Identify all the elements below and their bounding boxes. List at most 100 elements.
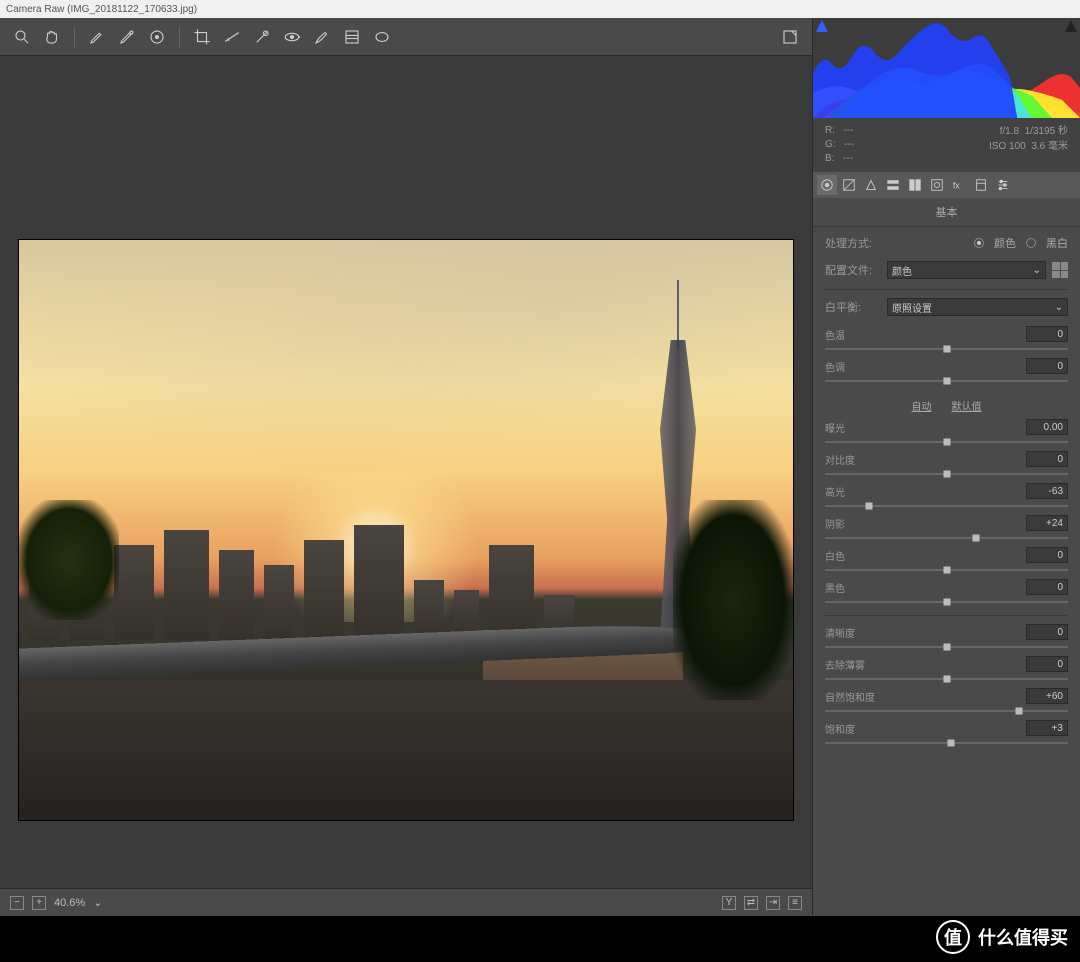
photo-preview xyxy=(18,239,794,821)
treatment-color-label: 颜色 xyxy=(994,235,1016,251)
slider-dehaze: 去除薄雾 0 xyxy=(825,656,1068,684)
slider-shadows: 阴影 +24 xyxy=(825,515,1068,543)
zoom-dropdown-icon[interactable]: ⌄ xyxy=(93,896,102,909)
crop-tool-icon[interactable] xyxy=(190,25,214,49)
slider-contrast-track[interactable] xyxy=(825,469,1068,479)
swap-button[interactable]: ⇄ xyxy=(744,896,758,910)
straighten-tool-icon[interactable] xyxy=(220,25,244,49)
watermark-badge: 值 xyxy=(936,920,970,954)
shadow-clip-icon[interactable] xyxy=(815,20,829,32)
right-panel: R: --- G: --- B: --- f/1.8 1/3195 秒 ISO … xyxy=(812,18,1080,916)
slider-highlights: 高光 -63 xyxy=(825,483,1068,511)
top-toolbar xyxy=(0,18,812,56)
profile-browser-icon[interactable] xyxy=(1052,262,1068,278)
wb-label: 白平衡: xyxy=(825,299,881,315)
slider-tint-label: 色调 xyxy=(825,359,845,374)
grad-filter-icon[interactable] xyxy=(340,25,364,49)
brush-tool-icon[interactable] xyxy=(310,25,334,49)
slider-highlights-track[interactable] xyxy=(825,501,1068,511)
wb-picker-icon[interactable] xyxy=(85,25,109,49)
slider-tint-track[interactable] xyxy=(825,376,1068,386)
default-link[interactable]: 默认值 xyxy=(952,398,982,413)
slider-blacks-value[interactable]: 0 xyxy=(1026,579,1068,595)
slider-dehaze-value[interactable]: 0 xyxy=(1026,656,1068,672)
treatment-row: 处理方式: 颜色 黑白 xyxy=(825,235,1068,251)
svg-text:fx: fx xyxy=(953,181,960,191)
treatment-bw-label: 黑白 xyxy=(1046,235,1068,251)
copy-button[interactable]: ⇥ xyxy=(766,896,780,910)
watermark: 值 什么值得买 xyxy=(936,920,1068,954)
status-bar: − + 40.6% ⌄ Y ⇄ ⇥ ≡ xyxy=(0,888,812,916)
slider-blacks-track[interactable] xyxy=(825,597,1068,607)
slider-saturation-label: 饱和度 xyxy=(825,721,855,736)
slider-clarity-value[interactable]: 0 xyxy=(1026,624,1068,640)
metadata-readout: R: --- G: --- B: --- f/1.8 1/3195 秒 ISO … xyxy=(813,118,1080,172)
separator xyxy=(74,27,75,47)
radial-filter-icon[interactable] xyxy=(370,25,394,49)
treatment-bw-radio[interactable] xyxy=(1026,238,1036,248)
tab-hsl-icon[interactable] xyxy=(883,175,903,195)
chevron-down-icon: ⌄ xyxy=(1055,302,1063,313)
slider-tint-value[interactable]: 0 xyxy=(1026,358,1068,374)
separator xyxy=(179,27,180,47)
slider-temp: 色温 0 xyxy=(825,326,1068,354)
color-sampler-icon[interactable] xyxy=(115,25,139,49)
slider-vibrance-value[interactable]: +60 xyxy=(1026,688,1068,704)
slider-blacks-label: 黑色 xyxy=(825,580,845,595)
slider-temp-value[interactable]: 0 xyxy=(1026,326,1068,342)
slider-highlights-label: 高光 xyxy=(825,484,845,499)
histogram[interactable] xyxy=(813,18,1080,118)
slider-highlights-value[interactable]: -63 xyxy=(1026,483,1068,499)
highlight-clip-icon[interactable] xyxy=(1064,20,1078,32)
tab-lens-icon[interactable] xyxy=(927,175,947,195)
profile-select[interactable]: 颜色⌄ xyxy=(887,261,1046,279)
target-adjust-icon[interactable] xyxy=(145,25,169,49)
tab-presets-icon[interactable] xyxy=(993,175,1013,195)
treatment-color-radio[interactable] xyxy=(974,238,984,248)
wb-row: 白平衡: 原照设置⌄ xyxy=(825,298,1068,316)
slider-contrast-label: 对比度 xyxy=(825,452,855,467)
slider-saturation-value[interactable]: +3 xyxy=(1026,720,1068,736)
slider-contrast-value[interactable]: 0 xyxy=(1026,451,1068,467)
slider-dehaze-track[interactable] xyxy=(825,674,1068,684)
slider-exposure-value[interactable]: 0.00 xyxy=(1026,419,1068,435)
settings-button[interactable]: ≡ xyxy=(788,896,802,910)
tab-basic-icon[interactable] xyxy=(817,175,837,195)
wb-select[interactable]: 原照设置⌄ xyxy=(887,298,1068,316)
slider-shadows-value[interactable]: +24 xyxy=(1026,515,1068,531)
slider-exposure-track[interactable] xyxy=(825,437,1068,447)
auto-default-row: 自动 默认值 xyxy=(825,390,1068,419)
slider-vibrance: 自然饱和度 +60 xyxy=(825,688,1068,716)
tab-fx-icon[interactable]: fx xyxy=(949,175,969,195)
hand-tool-icon[interactable] xyxy=(40,25,64,49)
tab-curve-icon[interactable] xyxy=(839,175,859,195)
slider-temp-track[interactable] xyxy=(825,344,1068,354)
preview-canvas[interactable] xyxy=(0,56,812,888)
compare-y-button[interactable]: Y xyxy=(722,896,736,910)
tab-detail-icon[interactable] xyxy=(861,175,881,195)
slider-contrast: 对比度 0 xyxy=(825,451,1068,479)
slider-whites-value[interactable]: 0 xyxy=(1026,547,1068,563)
slider-vibrance-track[interactable] xyxy=(825,706,1068,716)
zoom-out-button[interactable]: − xyxy=(10,896,24,910)
profile-row: 配置文件: 颜色⌄ xyxy=(825,261,1068,279)
slider-shadows-track[interactable] xyxy=(825,533,1068,543)
section-title: 基本 xyxy=(813,198,1080,227)
chevron-down-icon: ⌄ xyxy=(1033,265,1041,276)
slider-dehaze-label: 去除薄雾 xyxy=(825,657,865,672)
zoom-in-button[interactable]: + xyxy=(32,896,46,910)
tab-split-icon[interactable] xyxy=(905,175,925,195)
slider-saturation-track[interactable] xyxy=(825,738,1068,748)
auto-link[interactable]: 自动 xyxy=(912,398,932,413)
preferences-icon[interactable] xyxy=(778,25,802,49)
slider-whites-track[interactable] xyxy=(825,565,1068,575)
redeye-tool-icon[interactable] xyxy=(280,25,304,49)
zoom-tool-icon[interactable] xyxy=(10,25,34,49)
slider-temp-label: 色温 xyxy=(825,327,845,342)
tab-calibration-icon[interactable] xyxy=(971,175,991,195)
slider-clarity-track[interactable] xyxy=(825,642,1068,652)
main-area: − + 40.6% ⌄ Y ⇄ ⇥ ≡ xyxy=(0,18,812,916)
slider-blacks: 黑色 0 xyxy=(825,579,1068,607)
watermark-text: 什么值得买 xyxy=(978,924,1068,950)
spot-removal-icon[interactable] xyxy=(250,25,274,49)
